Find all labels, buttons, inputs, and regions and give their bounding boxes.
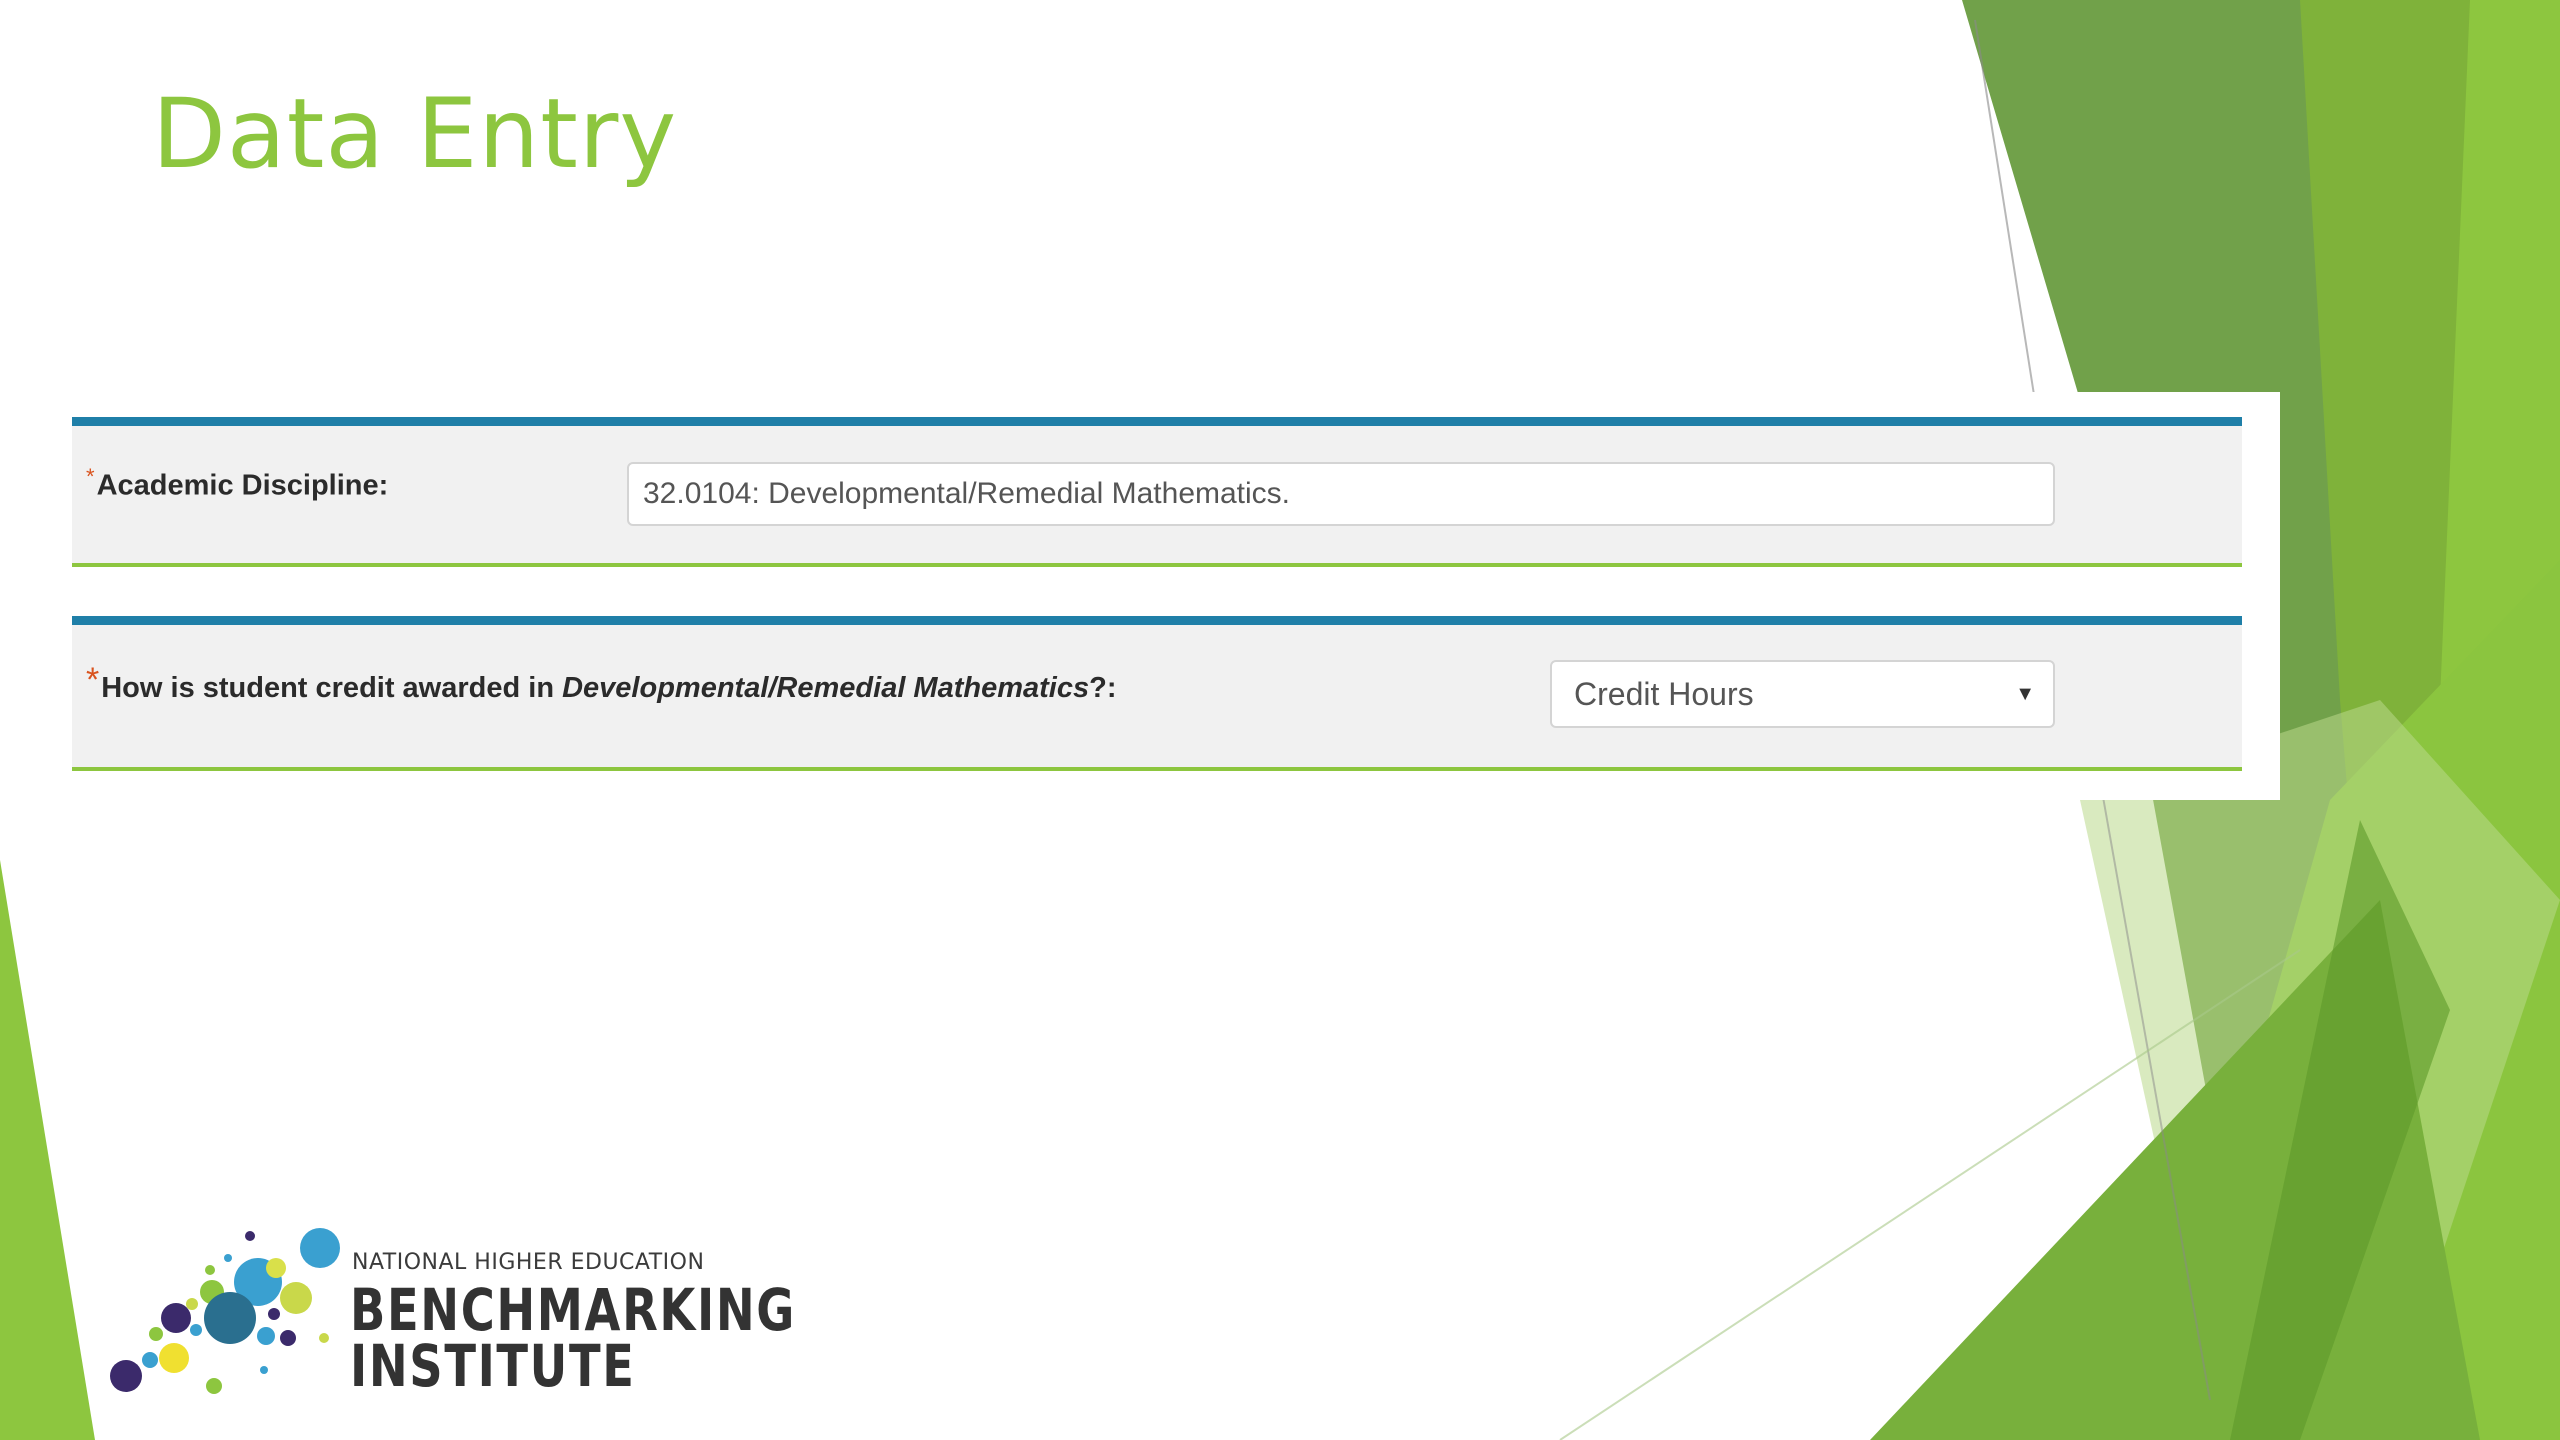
credit-question-prefix: How is student credit awarded in	[101, 672, 563, 704]
credit-question-label: *How is student credit awarded in Develo…	[86, 661, 1116, 705]
form-panel: *Academic Discipline: *How is student cr…	[72, 392, 2280, 800]
credit-question-suffix: ?:	[1089, 672, 1117, 704]
benchmarking-institute-logo: NATIONAL HIGHER EDUCATION BENCHMARKING I…	[100, 1210, 794, 1410]
logo-text-line1: NATIONAL HIGHER EDUCATION	[352, 1250, 705, 1275]
page-title: Data Entry	[152, 78, 678, 190]
required-marker: *	[86, 464, 95, 489]
credit-question-row: *How is student credit awarded in Develo…	[72, 616, 2242, 771]
academic-discipline-input[interactable]	[627, 462, 2055, 526]
credit-type-select[interactable]: Credit Hours ▼	[1550, 660, 2055, 728]
academic-discipline-row: *Academic Discipline:	[72, 417, 2242, 567]
logo-dots-icon	[110, 1228, 340, 1394]
logo-text-line3: INSTITUTE	[350, 1332, 636, 1400]
credit-question-discipline: Developmental/Remedial Mathematics	[562, 672, 1090, 704]
required-marker: *	[86, 661, 100, 699]
chevron-down-icon: ▼	[2015, 683, 2035, 705]
bg-left-sliver	[0, 860, 95, 1440]
credit-type-selected-value: Credit Hours	[1574, 676, 1754, 712]
academic-discipline-label-text: Academic Discipline:	[96, 469, 389, 502]
academic-discipline-label: *Academic Discipline:	[86, 464, 388, 503]
